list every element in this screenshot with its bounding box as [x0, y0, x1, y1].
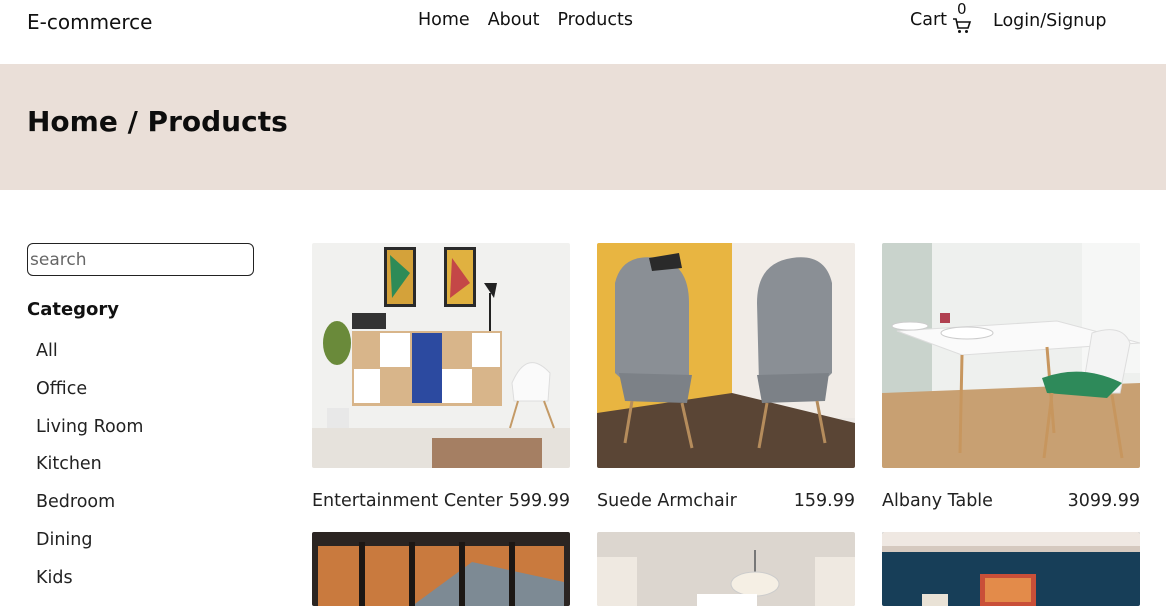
- product-card[interactable]: Entertainment Center 599.99: [312, 243, 570, 511]
- product-card[interactable]: Albany Table 3099.99: [882, 243, 1140, 511]
- product-image[interactable]: [882, 532, 1140, 606]
- product-image[interactable]: [597, 243, 855, 468]
- breadcrumb: Home / Products: [27, 105, 288, 138]
- category-list: All Office Living Room Kitchen Bedroom D…: [36, 340, 143, 605]
- search-input[interactable]: [27, 243, 254, 276]
- cart-icon-wrap: 0: [952, 0, 974, 34]
- nav-link-home[interactable]: Home: [418, 10, 470, 30]
- product-name: Albany Table: [882, 491, 993, 511]
- product-card[interactable]: [597, 532, 855, 606]
- product-meta: Entertainment Center 599.99: [312, 491, 570, 511]
- product-image[interactable]: [312, 243, 570, 468]
- nav-link-about[interactable]: About: [488, 10, 540, 30]
- category-item-office[interactable]: Office: [36, 378, 143, 416]
- category-item-living-room[interactable]: Living Room: [36, 416, 143, 454]
- nav-link-products[interactable]: Products: [557, 10, 633, 30]
- product-name: Entertainment Center: [312, 491, 503, 511]
- category-item-kitchen[interactable]: Kitchen: [36, 453, 143, 491]
- product-card[interactable]: [882, 532, 1140, 606]
- product-name: Suede Armchair: [597, 491, 737, 511]
- product-price: 3099.99: [1067, 491, 1140, 511]
- login-signup-link[interactable]: Login/Signup: [993, 11, 1106, 31]
- product-meta: Suede Armchair 159.99: [597, 491, 855, 511]
- product-image[interactable]: [882, 243, 1140, 468]
- product-image[interactable]: [597, 532, 855, 606]
- category-item-dining[interactable]: Dining: [36, 529, 143, 567]
- cart-count-badge: 0: [957, 0, 967, 18]
- page-hero: Home / Products: [0, 64, 1166, 190]
- category-item-kids[interactable]: Kids: [36, 567, 143, 605]
- product-card[interactable]: [312, 532, 570, 606]
- category-item-all[interactable]: All: [36, 340, 143, 378]
- product-card[interactable]: Suede Armchair 159.99: [597, 243, 855, 511]
- main-nav: Home About Products: [418, 10, 651, 30]
- cart-icon: [953, 18, 972, 33]
- product-meta: Albany Table 3099.99: [882, 491, 1140, 511]
- product-price: 599.99: [508, 491, 570, 511]
- site-header: E-commerce Home About Products Cart 0 Lo…: [0, 0, 1166, 64]
- product-image[interactable]: [312, 532, 570, 606]
- cart-button[interactable]: Cart 0: [910, 0, 974, 34]
- product-price: 159.99: [793, 491, 855, 511]
- category-item-bedroom[interactable]: Bedroom: [36, 491, 143, 529]
- cart-label: Cart: [910, 10, 947, 30]
- brand-logo[interactable]: E-commerce: [27, 10, 152, 34]
- category-heading: Category: [27, 299, 120, 320]
